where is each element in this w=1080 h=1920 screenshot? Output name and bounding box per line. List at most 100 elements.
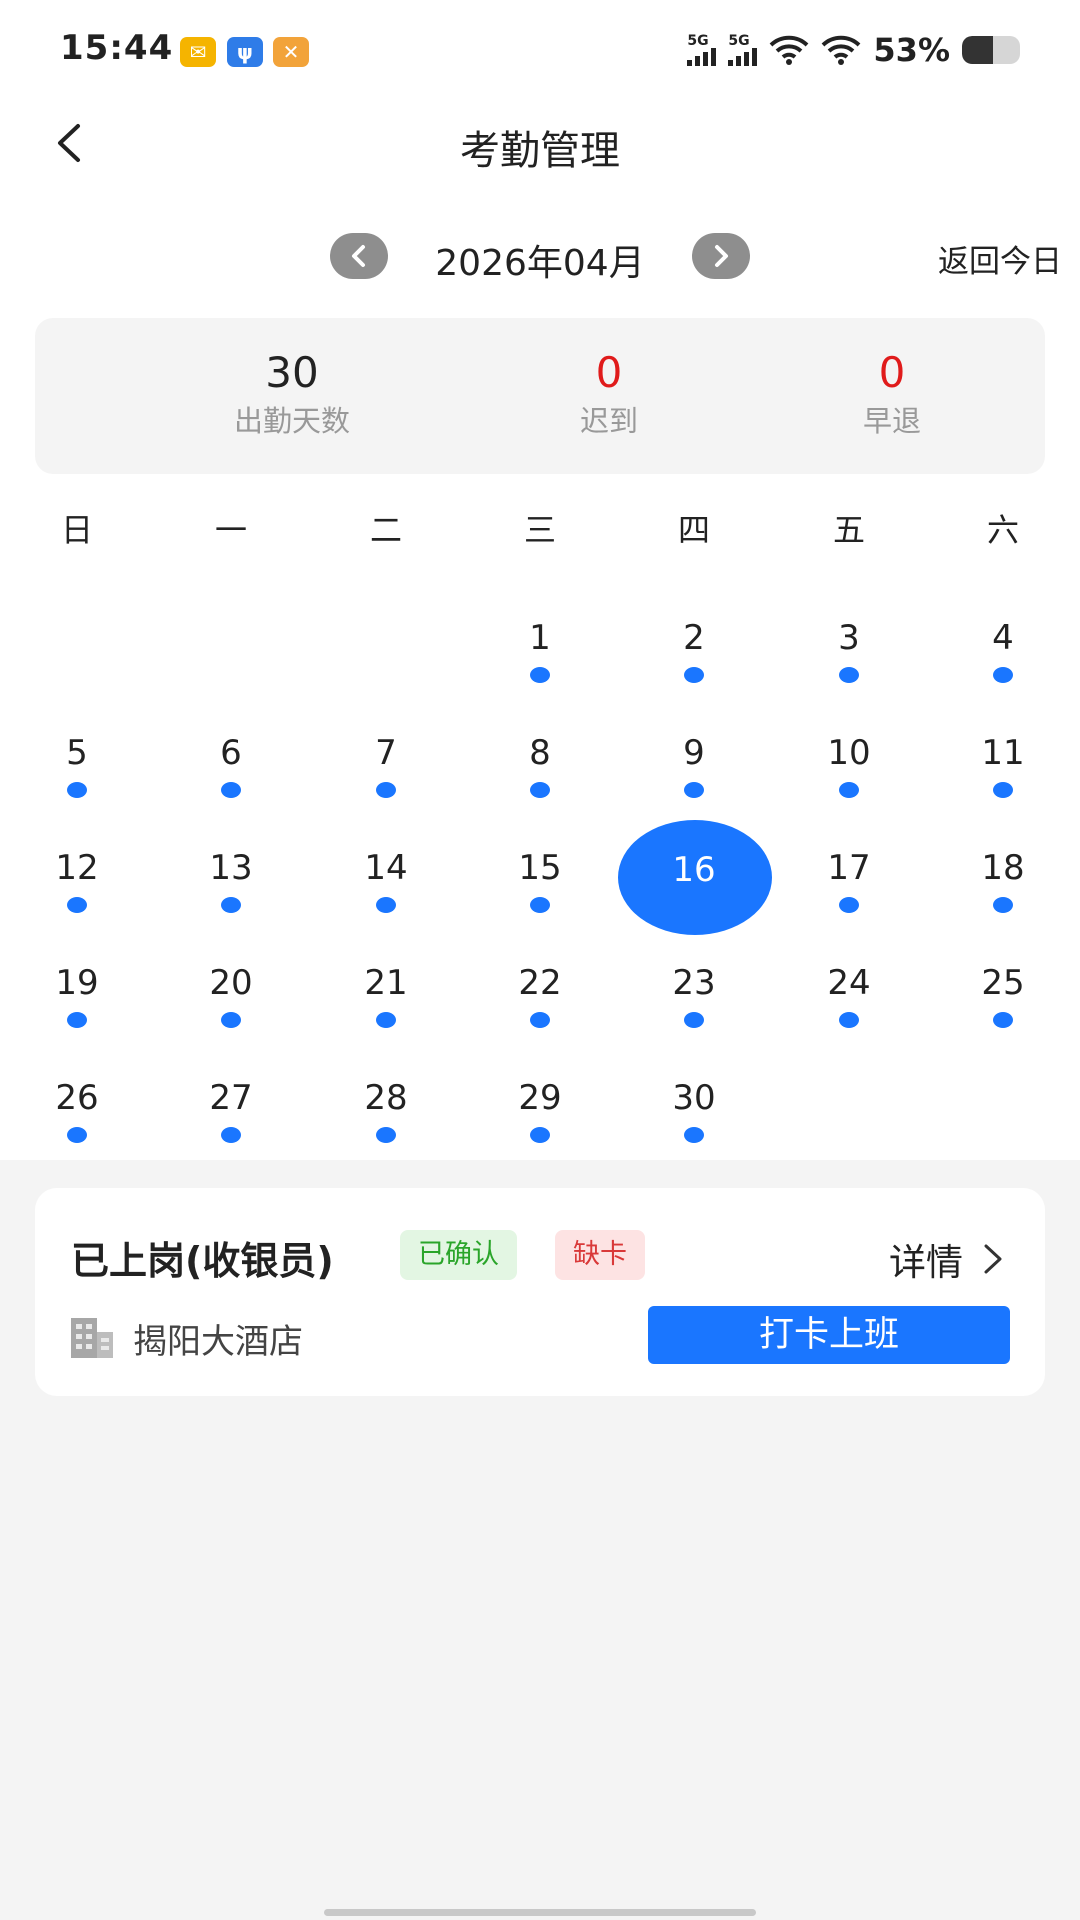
attendance-dot <box>530 897 550 913</box>
status-badge-confirmed: 已确认 <box>400 1230 517 1280</box>
prev-month-button[interactable] <box>330 233 388 279</box>
calendar-day[interactable]: 28 <box>326 1050 446 1165</box>
attendance-dot <box>376 897 396 913</box>
calendar-day[interactable]: 14 <box>326 820 446 935</box>
attendance-dot <box>839 667 859 683</box>
calendar-day-number: 10 <box>827 733 871 773</box>
calendar-day-number: 23 <box>672 963 716 1003</box>
calendar-day-number: 15 <box>518 848 562 888</box>
attendance-dot <box>530 782 550 798</box>
calendar-day[interactable]: 21 <box>326 935 446 1050</box>
attendance-dot <box>993 1012 1013 1028</box>
calendar-day[interactable]: 20 <box>171 935 291 1050</box>
calendar-day[interactable]: 10 <box>789 705 909 820</box>
battery-percent: 53% <box>873 31 950 69</box>
battery-level <box>962 36 993 64</box>
home-indicator[interactable] <box>324 1909 756 1916</box>
detail-link[interactable]: 详情 <box>889 1232 1005 1286</box>
shift-title: 已上岗(收银员) <box>71 1239 334 1283</box>
calendar-day[interactable]: 30 <box>634 1050 754 1165</box>
calendar-day[interactable]: 23 <box>634 935 754 1050</box>
status-time: 15:44 <box>60 28 174 68</box>
stat-early-leave: 0 早退 <box>782 350 1002 440</box>
calendar-day[interactable]: 22 <box>480 935 600 1050</box>
attendance-dot <box>221 1127 241 1143</box>
stat-label: 出勤天数 <box>233 404 350 438</box>
calendar-day[interactable]: 2 <box>634 590 754 705</box>
attendance-stats: 30 出勤天数 0 迟到 0 早退 <box>35 318 1045 474</box>
attendance-dot <box>684 782 704 798</box>
clock-in-button[interactable]: 打卡上班 <box>648 1306 1010 1364</box>
calendar-day[interactable]: 17 <box>789 820 909 935</box>
calendar-day[interactable]: 6 <box>171 705 291 820</box>
attendance-dot <box>993 897 1013 913</box>
attendance-dot <box>221 782 241 798</box>
chevron-left-icon <box>352 245 365 267</box>
calendar-day-number: 22 <box>518 963 562 1003</box>
store-name: 揭阳大酒店 <box>133 1322 303 1362</box>
attendance-dot <box>67 1127 87 1143</box>
stat-value: 0 <box>595 348 623 397</box>
calendar-day-number: 4 <box>992 618 1014 658</box>
calendar-day-number: 20 <box>209 963 253 1003</box>
weekday-label: 一 <box>214 511 247 549</box>
calendar-day[interactable]: 9 <box>634 705 754 820</box>
stat-label: 早退 <box>862 404 921 438</box>
weekday-header: 日 一 二 三 四 五 六 <box>0 505 1080 555</box>
attendance-dot <box>993 667 1013 683</box>
calendar-day-number: 1 <box>529 618 551 658</box>
attendance-dot <box>530 667 550 683</box>
calendar-day[interactable]: 24 <box>789 935 909 1050</box>
calendar-day[interactable]: 1 <box>480 590 600 705</box>
weekday-label: 六 <box>986 511 1019 549</box>
calendar-day-number: 30 <box>672 1078 716 1118</box>
attendance-dot <box>67 782 87 798</box>
mail-icon: ✉ <box>180 37 216 67</box>
calendar-day-number: 28 <box>364 1078 408 1118</box>
calendar-day[interactable]: 25 <box>943 935 1063 1050</box>
weekday-label: 日 <box>60 511 93 549</box>
calendar-day[interactable]: 5 <box>17 705 137 820</box>
calendar-grid: 1 2 3 4 5 6 7 8 9 10 11 12 13 14 15 16 17 18 19 20 21 22 23 24 2… <box>0 590 1080 1160</box>
status-bar: 15:44 ✉ ψ ✕ 5G 5G 53% <box>0 0 1080 100</box>
attendance-dot <box>376 782 396 798</box>
back-to-today-link[interactable]: 返回今日 <box>938 236 1062 281</box>
calendar-day[interactable]: 7 <box>326 705 446 820</box>
calendar-day[interactable]: 18 <box>943 820 1063 935</box>
calendar-day-number: 9 <box>683 733 705 773</box>
calendar-day[interactable]: 12 <box>17 820 137 935</box>
calendar-day[interactable]: 29 <box>480 1050 600 1165</box>
attendance-dot <box>67 897 87 913</box>
next-month-button[interactable] <box>692 233 750 279</box>
calendar-day[interactable]: 8 <box>480 705 600 820</box>
stat-label: 迟到 <box>579 404 638 438</box>
calendar-day-number: 19 <box>55 963 99 1003</box>
calendar-day[interactable]: 4 <box>943 590 1063 705</box>
calendar-day[interactable]: 11 <box>943 705 1063 820</box>
attendance-dot <box>530 1127 550 1143</box>
calendar-day[interactable]: 26 <box>17 1050 137 1165</box>
attendance-dot <box>839 1012 859 1028</box>
calendar-day-number: 3 <box>838 618 860 658</box>
calendar-day-number: 7 <box>375 733 397 773</box>
calendar-day-number: 13 <box>209 848 253 888</box>
building-icon <box>71 1318 113 1358</box>
stat-value: 0 <box>878 348 906 397</box>
attendance-dot <box>221 897 241 913</box>
weekday-label: 四 <box>677 511 710 549</box>
chevron-right-icon <box>984 1244 1002 1274</box>
calendar-day-number: 29 <box>518 1078 562 1118</box>
shift-card: 已上岗(收银员) 已确认 缺卡 详情 揭阳大酒店 打卡上班 <box>35 1188 1045 1396</box>
calendar-day[interactable]: 3 <box>789 590 909 705</box>
signal-label: 5G <box>728 33 750 49</box>
calendar-day[interactable]: 13 <box>171 820 291 935</box>
calendar-day-selected[interactable]: 16 <box>618 820 772 935</box>
calendar-day[interactable]: 27 <box>171 1050 291 1165</box>
calendar-day-number: 2 <box>683 618 705 658</box>
calendar-day-number: 5 <box>66 733 88 773</box>
signal-icon: 5G <box>687 34 717 66</box>
calendar-day[interactable]: 19 <box>17 935 137 1050</box>
calendar-day-number: 27 <box>209 1078 253 1118</box>
calendar-day-number: 25 <box>981 963 1025 1003</box>
calendar-day[interactable]: 15 <box>480 820 600 935</box>
